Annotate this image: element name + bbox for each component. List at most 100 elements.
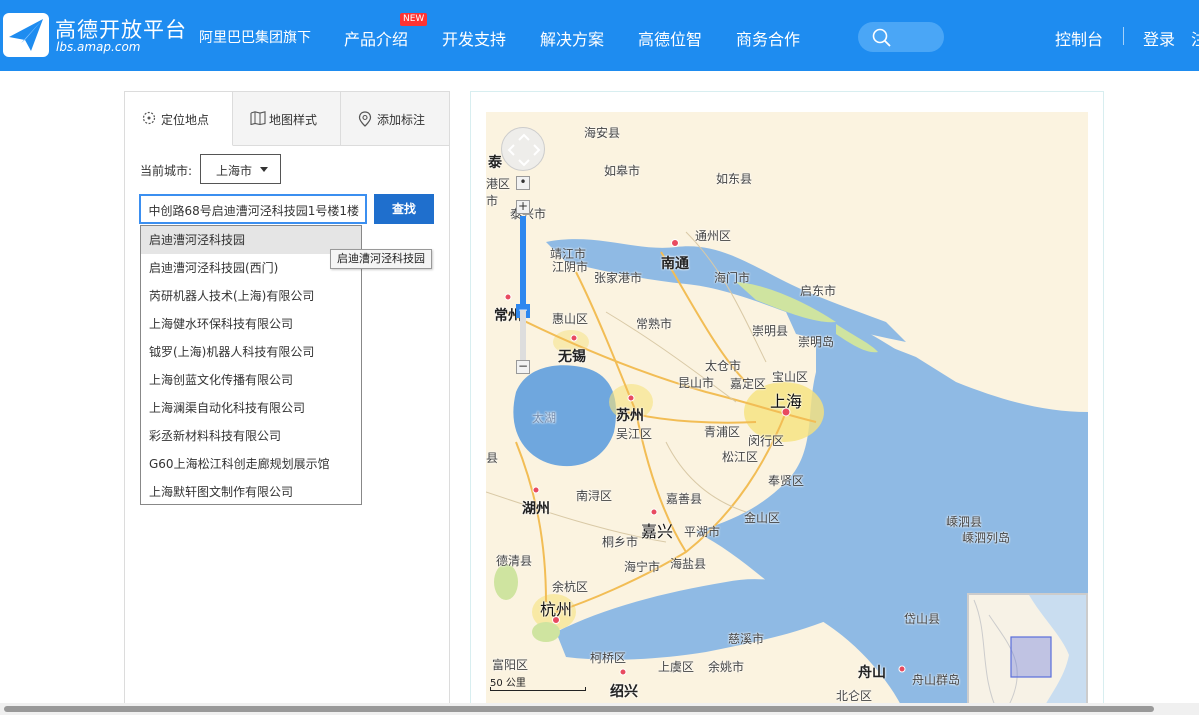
brand-subtitle: lbs.amap.com [56, 40, 141, 54]
zoom-track[interactable] [520, 310, 526, 360]
map-label: 县 [486, 451, 499, 465]
nav-dev-support[interactable]: 开发支持 [442, 26, 506, 50]
folded-map-icon [250, 111, 266, 125]
map-label: 松江区 [722, 450, 759, 464]
zoom-out-button[interactable]: − [516, 360, 530, 374]
map-label: 舟山 [858, 665, 886, 681]
scrollbar-thumb[interactable] [4, 706, 1154, 712]
tab-bar: 定位地点 地图样式 添加标注 [125, 92, 449, 146]
zoom-level-bar[interactable] [520, 216, 526, 310]
suggestion-item[interactable]: 彩丞新材料科技有限公司 [141, 422, 361, 450]
nav-business[interactable]: 商务合作 [736, 26, 800, 50]
suggestion-item[interactable]: 启迪漕河泾科技园(西门) [141, 254, 361, 282]
map-label: 崇明县 [752, 324, 789, 338]
suggestion-item[interactable]: 芮研机器人技术(上海)有限公司 [141, 282, 361, 310]
current-city-label: 当前城市: [140, 164, 193, 178]
map-label: 绍兴 [610, 684, 638, 700]
map-label: 嘉兴 [641, 522, 674, 541]
suggestion-item[interactable]: G60上海松江科创走廊规划展示馆 [141, 450, 361, 478]
header-search-button[interactable] [858, 22, 944, 52]
map-label: 桐乡市 [602, 535, 639, 549]
map-canvas[interactable]: 海安县 泰 如皋市 如东县 港区 市 泰兴市 通州区 靖江市 江阴市 张家港市 … [486, 112, 1088, 715]
top-header: 高德开放平台 lbs.amap.com 阿里巴巴集团旗下 产品介绍 NEW 开发… [0, 0, 1199, 71]
map-label: 港区 [486, 177, 511, 191]
suggestion-item[interactable]: 钺罗(上海)机器人科技有限公司 [141, 338, 361, 366]
map-label: 宝山区 [772, 370, 809, 384]
map-label: 平湖市 [684, 525, 721, 539]
map-label: 柯桥区 [590, 651, 627, 665]
map-label: 德清县 [496, 554, 533, 568]
map-label: 嵊泗列岛 [962, 531, 1011, 545]
map-label: 常熟市 [636, 317, 673, 331]
pan-arrows-icon [507, 133, 541, 167]
map-label: 嘉善县 [666, 492, 703, 506]
suggestion-item[interactable]: 上海创蓝文化传播有限公司 [141, 366, 361, 394]
map-label: 海门市 [714, 271, 751, 285]
zoom-in-button[interactable]: + [516, 200, 530, 214]
login-link[interactable]: 登录 [1143, 26, 1175, 50]
console-link[interactable]: 控制台 [1055, 26, 1103, 50]
find-button[interactable]: 查找 [374, 194, 434, 224]
map-scale-bar [490, 687, 586, 691]
map-label: 杭州 [540, 600, 573, 619]
map-label: 嘉定区 [730, 377, 767, 391]
tab-locate[interactable]: 定位地点 [125, 92, 233, 146]
paper-plane-logo-icon[interactable] [3, 13, 49, 57]
map-label: 苏州 [616, 408, 644, 424]
map-label: 舟山群岛 [912, 673, 961, 687]
suggestion-tooltip: 启迪漕河泾科技园 [330, 249, 432, 269]
suggestion-item[interactable]: 上海澜渠自动化科技有限公司 [141, 394, 361, 422]
map-label: 江阴市 [552, 260, 589, 274]
map-label: 余姚市 [708, 660, 745, 674]
map-label: 如东县 [716, 172, 753, 186]
map-label: 南通 [661, 256, 689, 272]
map-label: 慈溪市 [728, 632, 765, 646]
tab-add-marker[interactable]: 添加标注 [341, 92, 449, 146]
map-label: 无锡 [558, 349, 586, 365]
caret-down-icon [260, 167, 268, 172]
nav-divider [1123, 27, 1124, 45]
map-label: 南浔区 [576, 489, 613, 503]
map-label: 上海 [770, 392, 803, 411]
map-overview[interactable] [967, 593, 1088, 715]
suggestion-item[interactable]: 启迪漕河泾科技园 [141, 226, 361, 254]
address-search-value: 中创路68号启迪漕河泾科技园1号楼1楼 [148, 204, 359, 218]
search-icon [872, 28, 891, 47]
register-link[interactable]: 注 [1191, 26, 1199, 50]
tab-map-style[interactable]: 地图样式 [233, 92, 341, 146]
nav-products[interactable]: 产品介绍 [344, 26, 408, 50]
map-label: 惠山区 [552, 312, 589, 326]
city-dropdown[interactable]: 上海市 [200, 154, 281, 184]
map-label: 海宁市 [624, 560, 661, 574]
map-label: 昆山市 [678, 376, 715, 390]
map-label: 余杭区 [552, 580, 589, 594]
tab-locate-label: 定位地点 [161, 113, 210, 127]
nav-solutions[interactable]: 解决方案 [540, 26, 604, 50]
map-label: 闵行区 [748, 434, 785, 448]
map-label: 富阳区 [492, 658, 529, 672]
tab-add-marker-label: 添加标注 [377, 113, 426, 127]
map-label: 如皋市 [604, 164, 641, 178]
suggestion-item[interactable]: 上海健水环保科技有限公司 [141, 310, 361, 338]
map-label: 太仓市 [705, 359, 742, 373]
crosshair-icon [142, 111, 156, 125]
suggestion-item[interactable]: 上海默轩图文制作有限公司 [141, 478, 361, 506]
map-label: 北仑区 [836, 689, 873, 703]
map-label: 崇明岛 [798, 335, 835, 349]
group-label: 阿里巴巴集团旗下 [199, 30, 311, 46]
address-search-input[interactable]: 中创路68号启迪漕河泾科技园1号楼1楼 [139, 194, 367, 224]
suggestion-list: 启迪漕河泾科技园 启迪漕河泾科技园(西门) 芮研机器人技术(上海)有限公司 上海… [140, 225, 362, 505]
map-label: 启东市 [800, 284, 837, 298]
map-label: 太湖 [532, 411, 557, 425]
map-locate-button[interactable]: • [516, 176, 530, 190]
map-label: 张家港市 [594, 271, 643, 285]
map-label: 吴江区 [616, 427, 653, 441]
map-label: 奉贤区 [768, 474, 805, 488]
nav-location-intel[interactable]: 高德位智 [638, 26, 702, 50]
map-pan-control[interactable] [501, 127, 545, 171]
map-label: 泰 [488, 155, 502, 171]
map-label: 嵊泗县 [946, 515, 983, 529]
horizontal-scrollbar[interactable] [0, 703, 1199, 715]
city-dropdown-value: 上海市 [216, 164, 253, 178]
map-label: 湖州 [522, 501, 550, 517]
